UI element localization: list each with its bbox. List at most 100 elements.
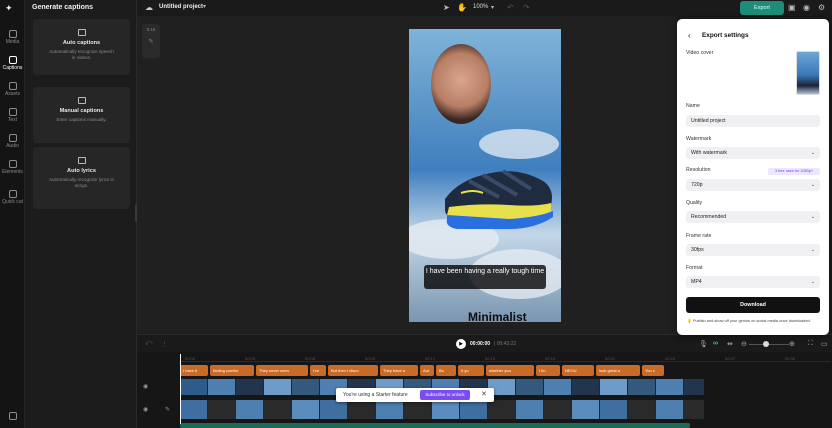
export-settings-modal: ‹ Export settings Video cover Name Untit… — [677, 19, 829, 335]
text-icon — [8, 108, 17, 116]
timeline-ruler: 00:00 00:03 00:06 00:09 00:12 00:15 00:1… — [180, 354, 830, 362]
caption-clip[interactable]: You c — [642, 365, 664, 376]
panel-title: Generate captions — [32, 4, 94, 11]
caption-clip[interactable]: But then I disco — [328, 365, 378, 376]
magnet-icon[interactable]: ∞ — [713, 340, 718, 347]
close-icon[interactable]: ✕ — [481, 390, 487, 398]
ruler-tick: 00:24 — [665, 356, 676, 361]
captions-icon — [8, 56, 17, 64]
user-icon[interactable]: ◉ — [803, 3, 810, 12]
storage-icon[interactable]: ▣ — [788, 3, 796, 12]
zoom-level[interactable]: 100% — [473, 4, 488, 10]
audio-track[interactable] — [180, 423, 690, 428]
caption-clip[interactable]: They never seen — [256, 365, 308, 376]
caption-clip[interactable]: Bu — [436, 365, 456, 376]
resolution-select[interactable]: 720p ⌄ — [686, 179, 820, 191]
chevron-down-icon[interactable]: ▾ — [203, 3, 206, 10]
framerate-select[interactable]: 30fps ⌄ — [686, 244, 820, 256]
undo-timeline-icon[interactable]: ⤺ — [145, 340, 152, 348]
speaker-face-image — [431, 44, 491, 124]
chevron-down-icon: ⌄ — [810, 150, 815, 156]
top-bar: ☁ Untitled project ▾ ➤ ✋ 100% ▾ ↶ ↷ Expo… — [137, 0, 832, 16]
canvas-side-tools: 9:16 ✎ — [142, 24, 160, 58]
app-logo-icon[interactable]: ✦ — [5, 3, 19, 13]
caption-clip[interactable]: whether you — [486, 365, 534, 376]
keyboard-shortcuts-icon[interactable] — [0, 412, 25, 422]
auto-lyrics-icon — [77, 157, 86, 164]
rail-item-assets[interactable]: Assets — [0, 82, 25, 106]
eye-icon[interactable]: ◉ — [143, 383, 148, 390]
download-button[interactable]: Download — [686, 297, 820, 313]
auto-lyrics-card[interactable]: Auto lyrics Automatically recognize lyri… — [33, 147, 130, 209]
publish-note: 💡 Publish and show off your genius on so… — [687, 318, 811, 323]
manual-captions-card[interactable]: Manual captions Enter captions manually. — [33, 87, 130, 143]
subscribe-button[interactable]: Subscribe to unlock — [420, 390, 470, 400]
rail-item-media[interactable]: Media — [0, 30, 25, 54]
zoom-in-icon[interactable]: ⊕ — [789, 340, 795, 348]
select-tool-icon[interactable]: ➤ — [443, 3, 450, 12]
auto-captions-icon — [77, 29, 86, 36]
export-button[interactable]: Export — [740, 1, 784, 15]
ruler-tick: 00:09 — [365, 356, 376, 361]
back-arrow-icon[interactable]: ‹ — [688, 31, 691, 40]
ruler-tick: 00:12 — [425, 356, 436, 361]
mic-icon[interactable]: 🎙 — [699, 340, 708, 348]
split-icon[interactable]: ⋮ — [161, 340, 168, 348]
auto-captions-card[interactable]: Auto captions Automatically recognize sp… — [33, 19, 130, 75]
caption-clip[interactable]: I have b — [180, 365, 208, 376]
subtitle-overlay[interactable]: I have been having a really tough time — [424, 265, 546, 289]
zoom-chevron-icon[interactable]: ▾ — [491, 4, 494, 11]
resolution-label: Resolution — [686, 167, 711, 173]
toast-text: You're using a Starter feature — [343, 392, 408, 398]
play-button[interactable]: ▶ — [456, 339, 466, 349]
redo-icon[interactable]: ↷ — [523, 3, 530, 12]
quick-cut-icon — [8, 190, 17, 198]
eye-icon[interactable]: ◉ — [143, 406, 148, 413]
rail-item-quick-cut[interactable]: Quick cut — [0, 190, 25, 214]
caption-clip[interactable]: It yo — [458, 365, 484, 376]
comment-icon[interactable]: ▭ — [821, 340, 828, 348]
undo-icon[interactable]: ↶ — [507, 3, 514, 12]
caption-track[interactable]: I have b finding comfor They never seen … — [180, 365, 704, 376]
caption-clip[interactable]: NEOU — [562, 365, 594, 376]
settings-icon[interactable]: ⚙ — [818, 3, 825, 12]
caption-clip[interactable]: Aut — [420, 365, 434, 376]
rail-item-text[interactable]: Text — [0, 108, 25, 132]
project-name[interactable]: Untitled project — [159, 4, 203, 10]
rail-item-captions[interactable]: Captions — [0, 56, 25, 80]
brand-text: Minimalist — [468, 310, 527, 324]
video-track-2[interactable] — [180, 400, 704, 419]
aspect-ratio-icon[interactable]: 9:16 — [142, 27, 160, 32]
ruler-tick: 00:15 — [485, 356, 496, 361]
format-select[interactable]: MP4 ⌄ — [686, 276, 820, 288]
edit-icon[interactable]: ✎ — [142, 38, 160, 45]
zoom-slider[interactable] — [749, 344, 789, 345]
watermark-select[interactable]: With watermark ⌄ — [686, 147, 820, 159]
watermark-label: Watermark — [686, 136, 712, 142]
quality-select[interactable]: Recommended ⌄ — [686, 211, 820, 223]
link-icon[interactable]: ⇹ — [727, 340, 733, 348]
current-time: 00:00:00 — [470, 341, 491, 347]
caption-clip[interactable]: They have a — [380, 365, 418, 376]
caption-clip[interactable]: finding comfor — [210, 365, 254, 376]
name-input[interactable]: Untitled project — [686, 115, 820, 127]
hand-tool-icon[interactable]: ✋ — [457, 3, 467, 12]
zoom-out-icon[interactable]: ⊖ — [741, 340, 747, 348]
rail-item-audio[interactable]: Audio — [0, 134, 25, 158]
cloud-icon[interactable]: ☁ — [145, 3, 154, 12]
bulb-icon: 💡 — [687, 318, 692, 323]
cloud-shape — [479, 129, 559, 159]
zoom-slider-handle[interactable] — [763, 341, 769, 347]
ruler-tick: 00:18 — [545, 356, 556, 361]
rail-item-elements[interactable]: Elements — [0, 160, 25, 184]
starter-feature-toast: You're using a Starter feature Subscribe… — [336, 388, 494, 402]
edit-track-icon[interactable]: ✎ — [165, 406, 170, 413]
assets-icon — [8, 82, 17, 90]
caption-clip[interactable]: I fin — [536, 365, 560, 376]
video-cover-thumbnail[interactable] — [796, 51, 820, 95]
fit-icon[interactable]: ⛶ — [808, 340, 813, 348]
caption-clip[interactable]: I've — [310, 365, 326, 376]
playhead[interactable] — [180, 354, 181, 424]
captions-panel: Generate captions Auto captions Automati… — [25, 0, 137, 428]
caption-clip[interactable]: look great a — [596, 365, 640, 376]
